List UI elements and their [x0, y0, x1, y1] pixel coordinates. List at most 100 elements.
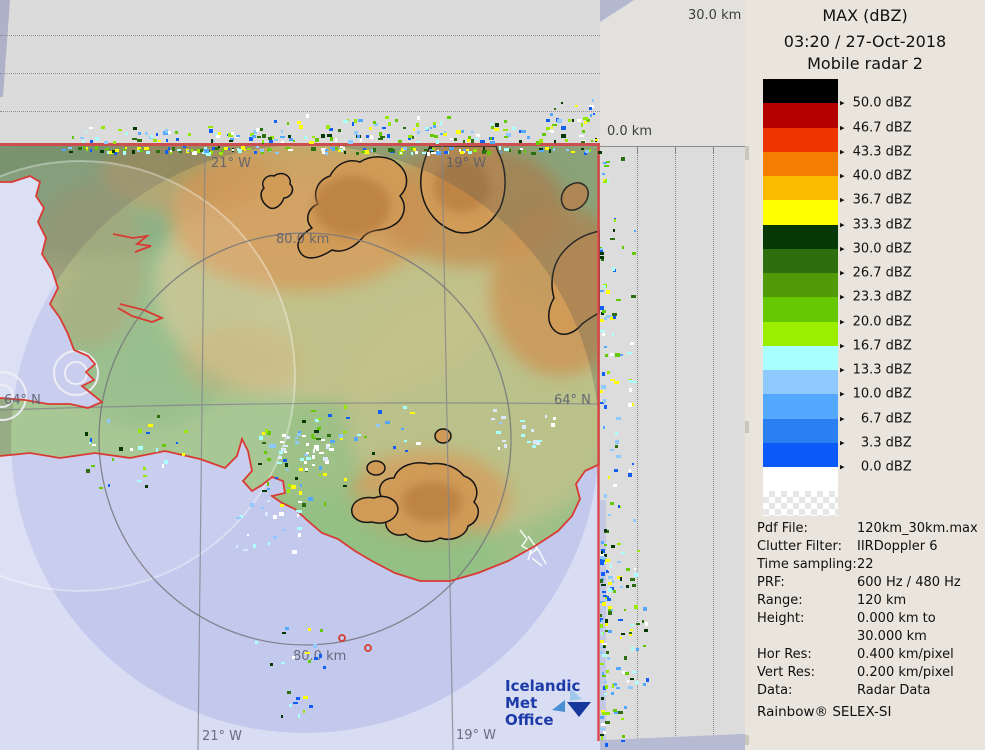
radar-echo-pixel: [412, 136, 414, 139]
radar-echo-pixel: [449, 147, 454, 151]
radar-echo-pixel: [224, 147, 228, 150]
radar-echo-pixel: [274, 139, 278, 142]
radar-echo-pixel: [603, 399, 606, 403]
radar-echo-pixel: [600, 640, 604, 643]
radar-echo-pixel: [165, 150, 169, 153]
threshold-arrow-icon: ▸: [840, 463, 845, 473]
radar-echo-pixel: [364, 436, 367, 439]
radar-echo-pixel: [613, 709, 618, 712]
radar-echo-pixel: [561, 102, 563, 105]
radar-echo-pixel: [192, 151, 196, 155]
metadata-row: Clutter Filter:IIRDoppler 6: [757, 538, 979, 556]
metadata-label: Height:: [757, 610, 857, 628]
radar-echo-pixel: [554, 108, 556, 111]
radar-echo-pixel: [308, 497, 313, 500]
radar-echo-pixel: [262, 140, 264, 143]
radar-echo-pixel: [218, 146, 220, 148]
radar-echo-pixel: [281, 141, 284, 143]
radar-echo-pixel: [550, 113, 553, 116]
radar-echo-pixel: [270, 663, 273, 666]
radar-echo-pixel: [385, 116, 389, 118]
radar-echo-pixel: [600, 561, 604, 565]
radar-echo-pixel: [416, 442, 421, 444]
radar-echo-pixel: [635, 681, 639, 684]
radar-echo-pixel: [622, 735, 625, 738]
radar-echo-pixel: [216, 135, 220, 138]
radar-echo-pixel: [373, 148, 375, 151]
threshold-arrow-icon: ▸: [840, 414, 845, 424]
radar-echo-pixel: [447, 116, 451, 119]
radar-echo-pixel: [354, 131, 358, 135]
radar-echo-pixel: [629, 380, 633, 383]
radar-echo-pixel: [295, 441, 299, 443]
radar-echo-pixel: [338, 129, 341, 132]
radar-echo-pixel: [611, 545, 615, 548]
radar-echo-pixel: [372, 452, 376, 455]
radar-echo-pixel: [107, 419, 109, 423]
radar-echo-pixel: [551, 423, 555, 427]
radar-echo-pixel: [302, 420, 306, 423]
radar-echo-pixel: [322, 151, 324, 154]
radar-app-window: 30.0 km 0.0 km: [0, 0, 985, 750]
panel-edge-tick: [745, 146, 749, 160]
radar-echo-pixel: [604, 317, 607, 320]
metadata-label: Clutter Filter:: [757, 538, 857, 556]
radar-echo-pixel: [491, 126, 494, 128]
radar-echo-pixel: [156, 133, 158, 136]
radar-echo-pixel: [440, 133, 443, 135]
radar-echo-pixel: [579, 135, 584, 137]
colorbar-threshold-label: ▸3.3 dBZ: [840, 435, 912, 450]
radar-echo-pixel: [456, 130, 460, 134]
radar-echo-pixel: [600, 306, 604, 310]
radar-echo-pixel: [600, 390, 603, 393]
radar-echo-pixel: [125, 132, 128, 135]
radar-echo-pixel: [444, 131, 446, 133]
radar-echo-pixel: [306, 114, 309, 118]
radar-echo-pixel: [602, 591, 606, 593]
metadata-label: Hor Res:: [757, 646, 857, 664]
radar-echo-pixel: [601, 584, 606, 587]
radar-echo-pixel: [602, 372, 605, 376]
radar-echo-pixel: [628, 686, 632, 690]
radar-echo-pixel: [287, 489, 289, 493]
radar-echo-pixel: [549, 130, 554, 132]
radar-echo-pixel: [614, 381, 619, 384]
radar-echo-pixel: [405, 450, 408, 453]
colorbar-threshold-label: ▸46.7 dBZ: [840, 120, 912, 135]
radar-echo-pixel: [86, 149, 88, 151]
radar-echo-pixel: [627, 680, 629, 682]
radar-echo-pixel: [636, 648, 638, 650]
radar-echo-pixel: [610, 502, 614, 505]
radar-echo-pixel: [138, 446, 143, 450]
radar-echo-pixel: [339, 434, 343, 438]
radar-echo-pixel: [338, 150, 341, 153]
radar-echo-pixel: [85, 432, 88, 436]
radar-echo-pixel: [476, 134, 480, 137]
radar-echo-pixel: [616, 299, 621, 302]
radar-echo-pixel: [601, 385, 606, 389]
radar-echo-pixel: [187, 150, 190, 152]
radar-echo-pixel: [605, 685, 608, 689]
colorbar-block: [763, 394, 838, 418]
radar-echo-pixel: [243, 549, 248, 551]
radar-echo-pixel: [146, 432, 150, 434]
radar-echo-pixel: [601, 572, 606, 576]
radar-echo-pixel: [288, 149, 292, 151]
radar-echo-pixel: [608, 476, 610, 479]
radar-echo-pixel: [410, 412, 415, 414]
radar-echo-pixel: [644, 629, 648, 633]
radar-echo-pixel: [267, 482, 270, 486]
radar-echo-pixel: [589, 107, 592, 110]
radar-echo-pixel: [632, 463, 634, 465]
radar-echo-pixel: [630, 578, 635, 581]
radar-echo-pixel: [552, 124, 557, 127]
radar-echo-pixel: [182, 453, 185, 456]
radar-echo-pixel: [267, 500, 270, 502]
radar-echo-pixel: [401, 428, 404, 430]
right-profile-panel: [600, 146, 745, 750]
radar-echo-pixel: [603, 646, 605, 648]
radar-echo-pixel: [608, 588, 612, 592]
colorbar-threshold-label: ▸40.0 dBZ: [840, 169, 912, 184]
radar-echo-pixel: [615, 432, 618, 436]
radar-echo-pixel: [319, 466, 322, 470]
